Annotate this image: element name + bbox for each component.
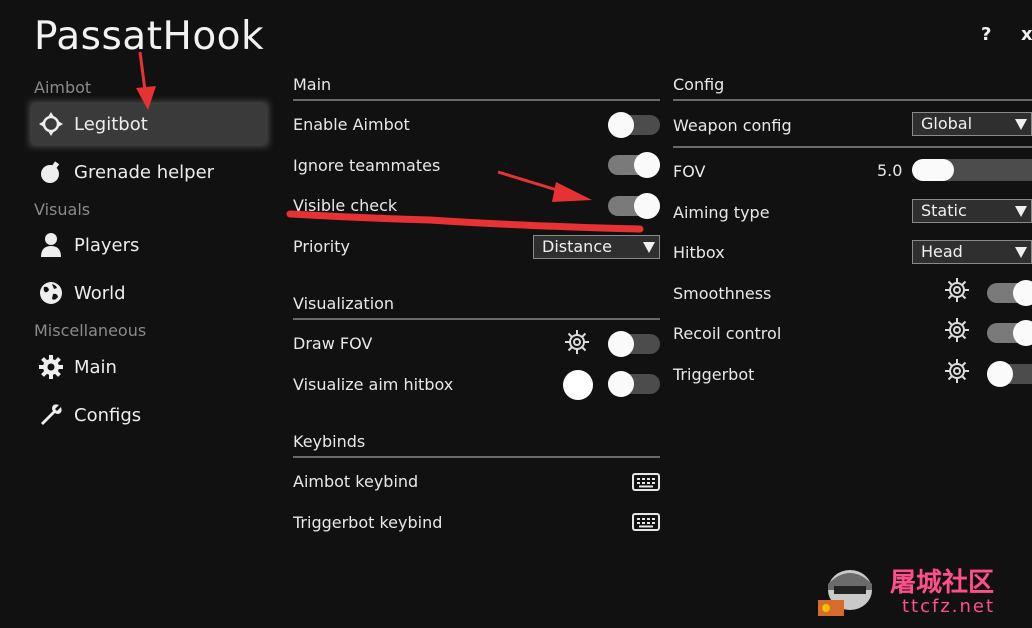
annotation-overlay — [136, 51, 644, 233]
watermark-subtitle: ttcfz.net — [902, 596, 996, 617]
annotation-underline — [286, 210, 644, 233]
annotation-arrow-visible-check — [497, 170, 592, 202]
annotation-arrow-legitbot — [136, 51, 156, 110]
watermark-title: 屠城社区 — [890, 568, 995, 598]
watermark-mascot-icon — [818, 570, 872, 616]
